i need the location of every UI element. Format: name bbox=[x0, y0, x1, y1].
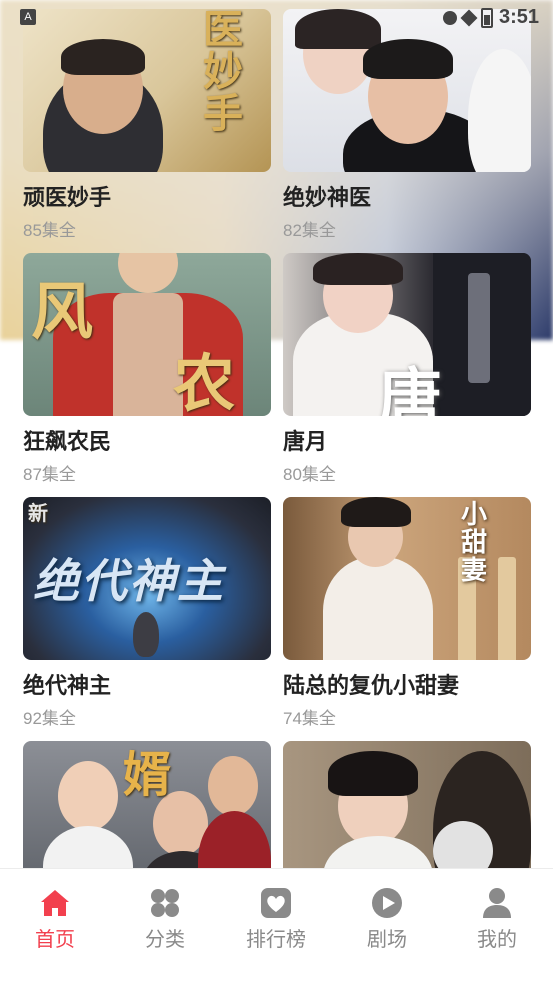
drama-title: 唐月 bbox=[283, 429, 328, 454]
tab-label: 首页 bbox=[35, 929, 75, 951]
drama-episodes: 85集全 bbox=[23, 221, 76, 240]
poster-title-text: 唐 bbox=[378, 362, 442, 416]
drama-card[interactable]: 唐 唐月 80集全 bbox=[283, 253, 531, 485]
do-not-disturb-icon bbox=[442, 10, 457, 25]
poster-title-text: 婿 bbox=[123, 747, 172, 803]
drama-card[interactable] bbox=[283, 741, 531, 870]
poster-title-text: 绝代神主 bbox=[33, 554, 225, 608]
drama-title: 狂飙农民 bbox=[23, 429, 112, 454]
drama-poster[interactable]: 小甜妻 bbox=[283, 497, 531, 660]
drama-card[interactable]: 医妙手 顽医妙手 85集全 bbox=[23, 9, 271, 241]
drama-title: 绝妙神医 bbox=[283, 185, 372, 210]
wifi-icon bbox=[460, 9, 478, 26]
tab-theater[interactable]: 剧场 bbox=[337, 887, 437, 952]
tab-ranking[interactable]: 排行榜 bbox=[226, 887, 326, 952]
battery-icon bbox=[480, 7, 493, 28]
tab-home[interactable]: 首页 bbox=[5, 887, 105, 952]
tab-category[interactable]: 分类 bbox=[115, 887, 215, 952]
user-icon bbox=[481, 887, 513, 919]
bottom-tab-bar: 首页 分类 排行榜 剧场 我的 bbox=[0, 868, 553, 984]
drama-poster[interactable]: 婿 bbox=[23, 741, 271, 870]
drama-card[interactable]: 婿 bbox=[23, 741, 271, 870]
drama-poster[interactable]: 新 绝代神主 bbox=[23, 497, 271, 660]
tab-label: 我的 bbox=[477, 929, 517, 951]
tab-mine[interactable]: 我的 bbox=[447, 887, 547, 952]
drama-card[interactable]: 绝妙神医 82集全 bbox=[283, 9, 531, 241]
drama-grid: 医妙手 顽医妙手 85集全 绝妙神医 82集全 风 农 狂飙农民 87集全 唐 … bbox=[0, 0, 553, 870]
heart-badge-icon bbox=[260, 887, 292, 919]
drama-poster[interactable]: 风 农 bbox=[23, 253, 271, 416]
drama-poster[interactable] bbox=[283, 741, 531, 870]
poster-title-text: 小甜妻 bbox=[461, 500, 488, 586]
grid-icon bbox=[149, 887, 181, 919]
drama-card[interactable]: 新 绝代神主 绝代神主 92集全 bbox=[23, 497, 271, 729]
drama-card[interactable]: 小甜妻 陆总的复仇小甜妻 74集全 bbox=[283, 497, 531, 729]
drama-title: 陆总的复仇小甜妻 bbox=[283, 673, 460, 698]
poster-title-text: 农 bbox=[173, 347, 236, 416]
drama-episodes: 87集全 bbox=[23, 465, 76, 484]
drama-title: 顽医妙手 bbox=[23, 185, 112, 210]
drama-episodes: 74集全 bbox=[283, 709, 336, 728]
app-notification-icon: A bbox=[20, 9, 36, 25]
poster-badge-text: 新 bbox=[28, 501, 48, 525]
drama-card[interactable]: 风 农 狂飙农民 87集全 bbox=[23, 253, 271, 485]
tab-label: 排行榜 bbox=[246, 929, 306, 951]
drama-episodes: 82集全 bbox=[283, 221, 336, 240]
status-bar: A 3:51 bbox=[0, 0, 553, 36]
drama-episodes: 80集全 bbox=[283, 465, 336, 484]
drama-title: 绝代神主 bbox=[23, 673, 112, 698]
drama-poster[interactable]: 唐 bbox=[283, 253, 531, 416]
play-icon bbox=[371, 887, 403, 919]
home-icon bbox=[39, 887, 71, 919]
status-time: 3:51 bbox=[498, 6, 539, 28]
drama-episodes: 92集全 bbox=[23, 709, 76, 728]
tab-label: 剧场 bbox=[367, 929, 407, 951]
tab-label: 分类 bbox=[145, 929, 185, 951]
poster-title-text: 风 bbox=[31, 275, 94, 348]
